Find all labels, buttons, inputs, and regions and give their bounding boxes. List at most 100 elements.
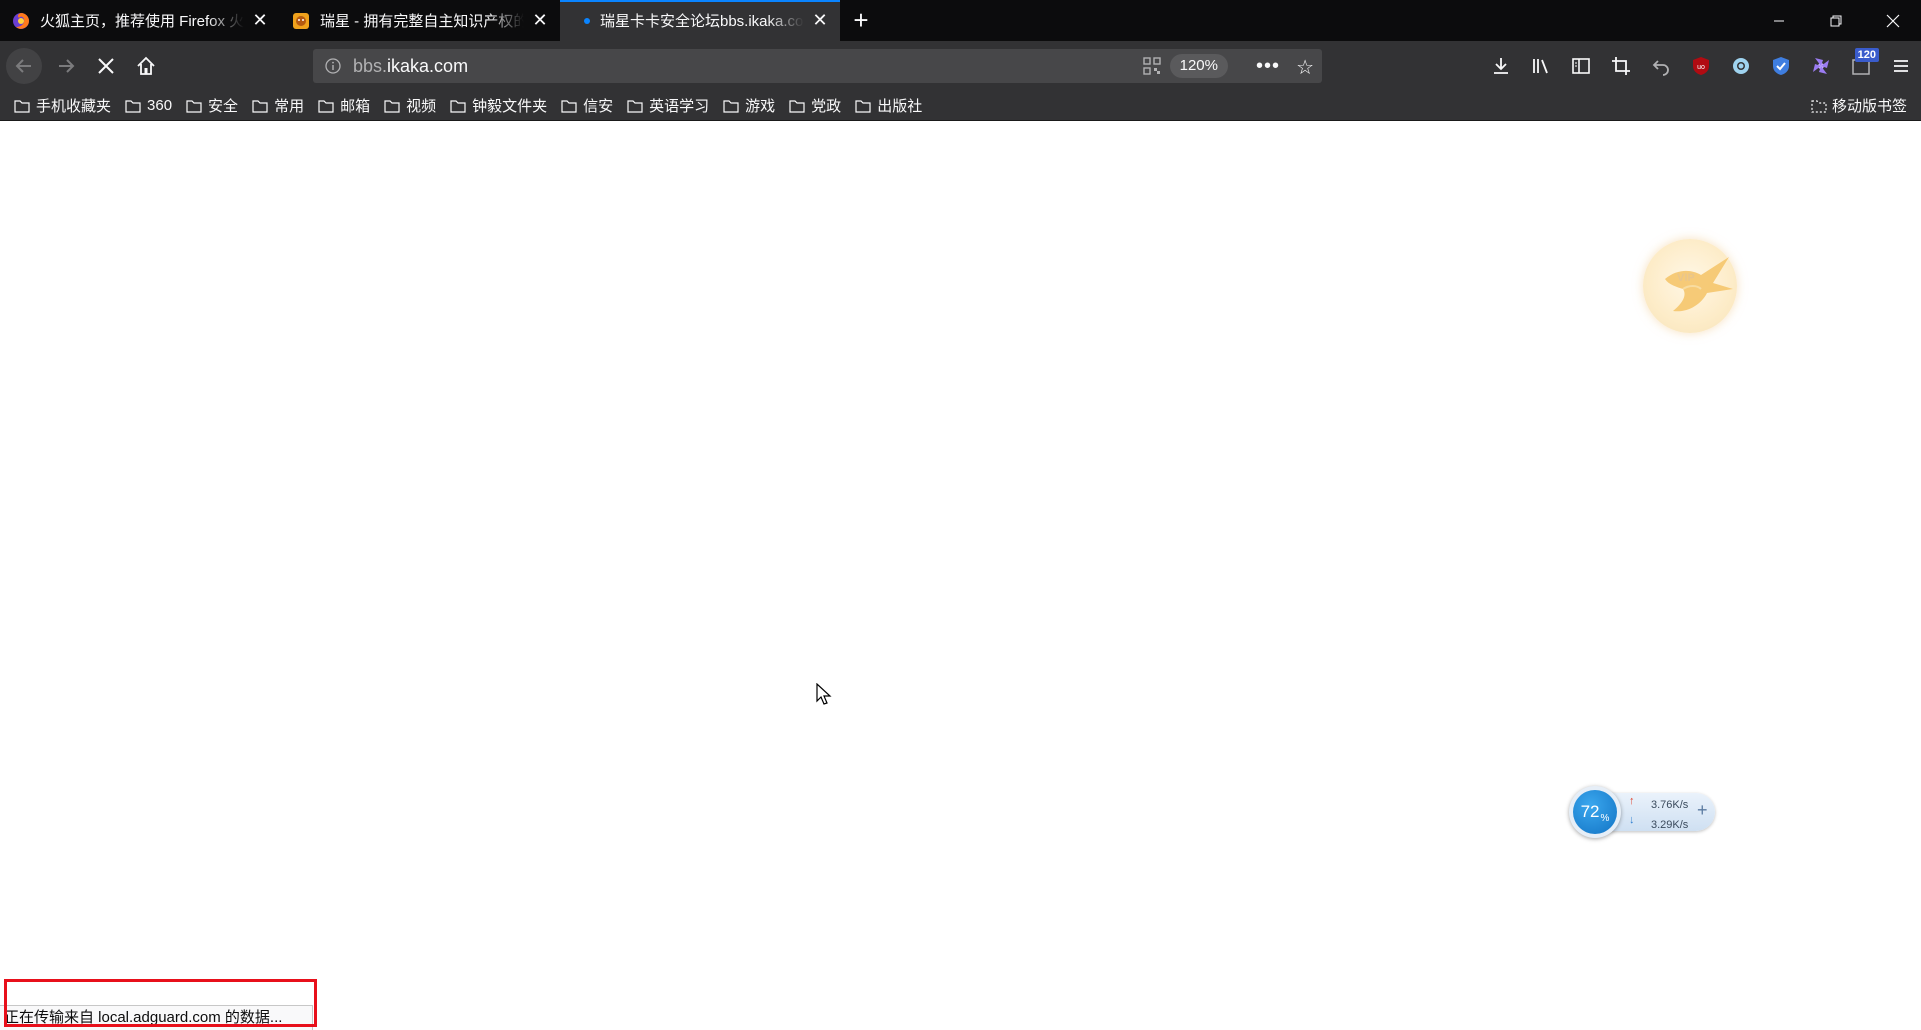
memory-usage-ball[interactable]: 72% [1569,786,1621,838]
tab-close-icon[interactable]: ✕ [250,10,270,31]
memory-percent: 72 [1580,802,1600,821]
bookmark-folder[interactable]: 党政 [789,95,841,116]
loading-dot-icon [584,17,590,24]
bookmark-folder[interactable]: 钟毅文件夹 [450,95,547,116]
bookmark-label: 游戏 [745,98,776,115]
new-tab-button[interactable]: + [840,0,882,41]
bookmark-folder[interactable]: 视频 [384,95,436,116]
calendar-extension-button[interactable]: 120 [1841,46,1881,86]
minimize-button[interactable] [1750,0,1807,41]
bookmark-folder[interactable]: 游戏 [723,95,775,116]
tab-title: 瑞星 - 拥有完整自主知识产权的 [320,13,524,30]
folder-icon [186,99,202,113]
extension-toolbar: uo 120 [1481,41,1921,91]
folder-icon [723,99,739,113]
sidebar-icon [1572,58,1590,74]
bookmark-folder[interactable]: 手机收藏夹 [14,95,111,116]
home-button[interactable] [128,48,164,84]
folder-icon [1811,99,1827,113]
open-menu-button[interactable] [1881,46,1921,86]
folder-icon [561,99,577,113]
folder-icon [252,99,268,113]
bookmark-label: 信安 [583,98,614,115]
undo-icon [1652,60,1669,76]
mobile-bookmarks-folder[interactable]: 移动版书签 [1811,91,1907,120]
bookmark-label: 党政 [811,98,842,115]
upload-rate: 3.76K/s [1651,799,1689,811]
qr-code-icon[interactable] [1143,57,1161,80]
vip-label: VIP [1677,272,1695,284]
download-rate: 3.29K/s [1651,819,1689,831]
bookmark-folder[interactable]: 信安 [561,95,613,116]
folder-icon [384,99,400,113]
rising-lion-icon [293,12,309,29]
vip-bird-floating-button[interactable]: VIP [1643,239,1737,333]
url-host: ikaka.com [387,55,469,76]
mouse-cursor-icon [816,683,832,705]
downloads-button[interactable] [1481,46,1521,86]
stop-loading-button[interactable] [88,48,124,84]
bookmark-folder[interactable]: 出版社 [855,95,922,116]
library-icon [1533,59,1548,74]
pinwheel-extension-button[interactable] [1801,46,1841,86]
forward-arrow-icon [59,59,75,73]
bookmark-folder[interactable]: 360 [125,97,172,114]
tab-rising[interactable]: 瑞星 - 拥有完整自主知识产权的 ✕ [280,0,560,41]
site-info-icon[interactable] [313,58,353,74]
bookmark-label: 360 [147,97,173,114]
adguard-button[interactable] [1761,46,1801,86]
extension-circle-button[interactable] [1721,46,1761,86]
bookmark-label: 钟毅文件夹 [472,98,548,115]
page-content: VIP ↑ 3.76K/s ↓ 3.29K/s + 72% [0,121,1921,1029]
download-arrow-icon: ↓ [1629,814,1635,826]
hamburger-menu-icon [1894,60,1908,72]
tab-close-icon[interactable]: ✕ [810,10,830,31]
screenshot-crop-button[interactable] [1601,46,1641,86]
percent-unit: % [1600,813,1610,824]
bookmark-folder[interactable]: 英语学习 [627,95,709,116]
shield-check-icon [1773,57,1789,75]
bookmark-label: 英语学习 [649,98,710,115]
back-button[interactable] [6,48,42,84]
mobile-bookmarks-label: 移动版书签 [1831,98,1907,115]
library-button[interactable] [1521,46,1561,86]
bookmark-label: 邮箱 [340,98,371,115]
svg-text:uo: uo [1697,64,1705,71]
ublock-shield-icon: uo [1693,57,1709,75]
tab-title: 瑞星卡卡安全论坛bbs.ikaka.com [600,13,804,30]
forward-button[interactable] [48,48,84,84]
ublock-origin-button[interactable]: uo [1681,46,1721,86]
stop-icon [98,58,114,74]
expand-plus-icon[interactable]: + [1697,800,1708,821]
tab-ikaka-forum[interactable]: 瑞星卡卡安全论坛bbs.ikaka.com ✕ [560,0,840,41]
bookmark-folder[interactable]: 安全 [186,95,238,116]
zoom-indicator[interactable]: 120% [1169,54,1228,78]
page-actions-more-icon[interactable]: ••• [1256,55,1280,78]
url-prefix: bbs. [353,55,388,76]
folder-icon [125,99,141,113]
network-speed-widget[interactable]: ↑ 3.76K/s ↓ 3.29K/s + 72% [1569,786,1717,838]
close-window-button[interactable] [1864,0,1921,41]
bookmarks-toolbar: 手机收藏夹 360 安全 常用 邮箱 视频 钟毅文件夹 信安 英语学习 游戏 党… [0,91,1921,121]
tab-close-icon[interactable]: ✕ [530,10,550,31]
tab-firefox-home[interactable]: 火狐主页，推荐使用 Firefox 火狐浏览器 ✕ [0,0,280,41]
folder-icon [789,99,805,113]
undo-close-tab-button[interactable] [1641,46,1681,86]
circle-extension-icon [1733,58,1749,74]
sidebar-button[interactable] [1561,46,1601,86]
address-bar[interactable]: bbs.ikaka.com 120% ••• ☆ [313,49,1322,83]
navigation-toolbar: bbs.ikaka.com 120% ••• ☆ uo 120 [0,41,1921,91]
folder-icon [14,99,30,113]
bookmark-label: 常用 [274,98,305,115]
minimize-icon [1773,20,1784,21]
restore-button[interactable] [1807,0,1864,41]
bookmark-label: 安全 [208,98,239,115]
bookmark-star-icon[interactable]: ☆ [1296,55,1314,80]
tab-title: 火狐主页，推荐使用 Firefox 火狐浏览器 [40,13,244,30]
bookmark-folder[interactable]: 邮箱 [318,95,370,116]
folder-icon [627,99,643,113]
extension-badge: 120 [1854,48,1879,62]
bookmark-folder[interactable]: 常用 [252,95,304,116]
bookmark-label: 出版社 [877,98,923,115]
bookmark-label: 视频 [406,98,437,115]
